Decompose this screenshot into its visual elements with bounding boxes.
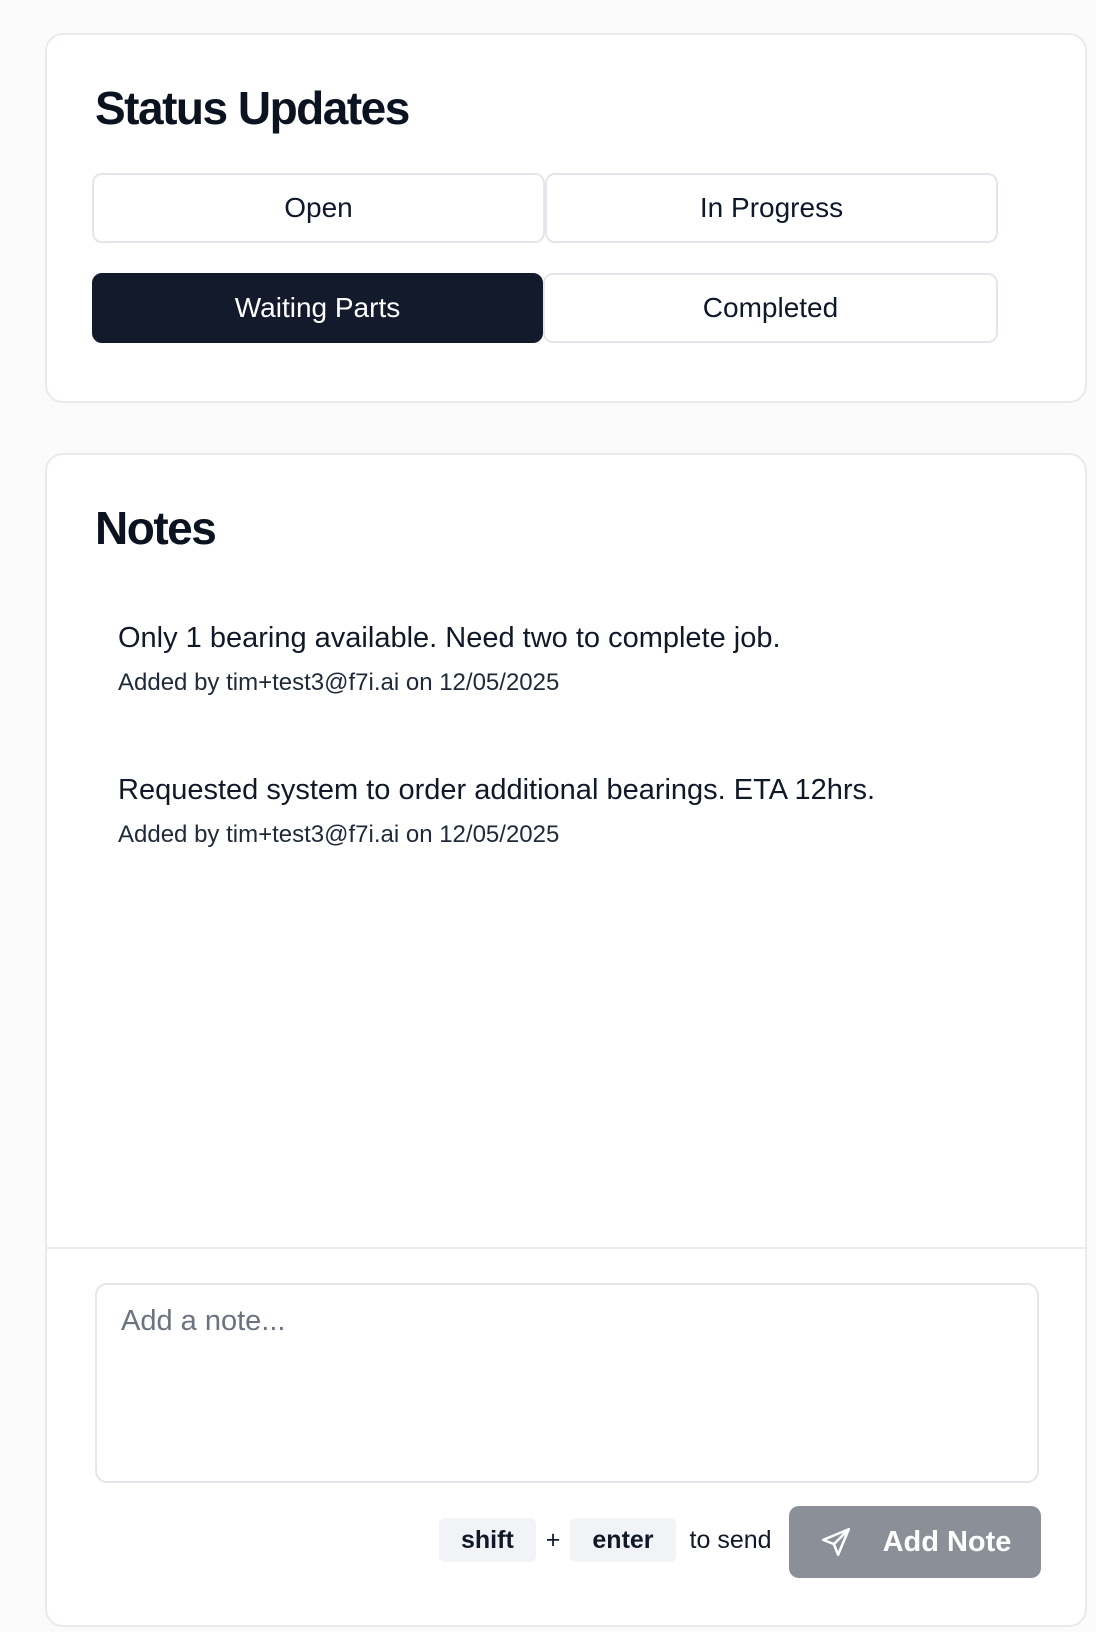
- status-waiting-parts-button[interactable]: Waiting Parts: [92, 273, 543, 343]
- status-open-button[interactable]: Open: [92, 173, 545, 243]
- plus-sign: +: [545, 1525, 561, 1554]
- send-icon: [819, 1525, 853, 1559]
- notes-title: Notes: [95, 502, 217, 554]
- composer-divider: [47, 1247, 1085, 1249]
- status-updates-title: Status Updates: [95, 82, 410, 134]
- status-completed-button[interactable]: Completed: [543, 273, 998, 343]
- note-item: Only 1 bearing available. Need two to co…: [118, 622, 781, 697]
- status-updates-card: Status Updates Open In Progress Waiting …: [45, 33, 1087, 403]
- send-shortcut-hint: shift + enter to send: [439, 1518, 772, 1562]
- to-send-label: to send: [689, 1525, 772, 1554]
- add-note-input[interactable]: [95, 1283, 1039, 1483]
- notes-card: Notes Only 1 bearing available. Need two…: [45, 453, 1087, 1627]
- note-text: Requested system to order additional bea…: [118, 774, 876, 806]
- add-note-label: Add Note: [882, 1525, 1012, 1558]
- status-in-progress-button[interactable]: In Progress: [545, 173, 998, 243]
- note-item: Requested system to order additional bea…: [118, 774, 875, 849]
- add-note-button[interactable]: Add Note: [789, 1506, 1041, 1578]
- enter-key-badge: enter: [570, 1518, 676, 1562]
- note-text: Only 1 bearing available. Need two to co…: [118, 622, 781, 654]
- note-meta: Added by tim+test3@f7i.ai on 12/05/2025: [118, 669, 560, 696]
- shift-key-badge: shift: [439, 1518, 536, 1562]
- note-meta: Added by tim+test3@f7i.ai on 12/05/2025: [118, 821, 560, 848]
